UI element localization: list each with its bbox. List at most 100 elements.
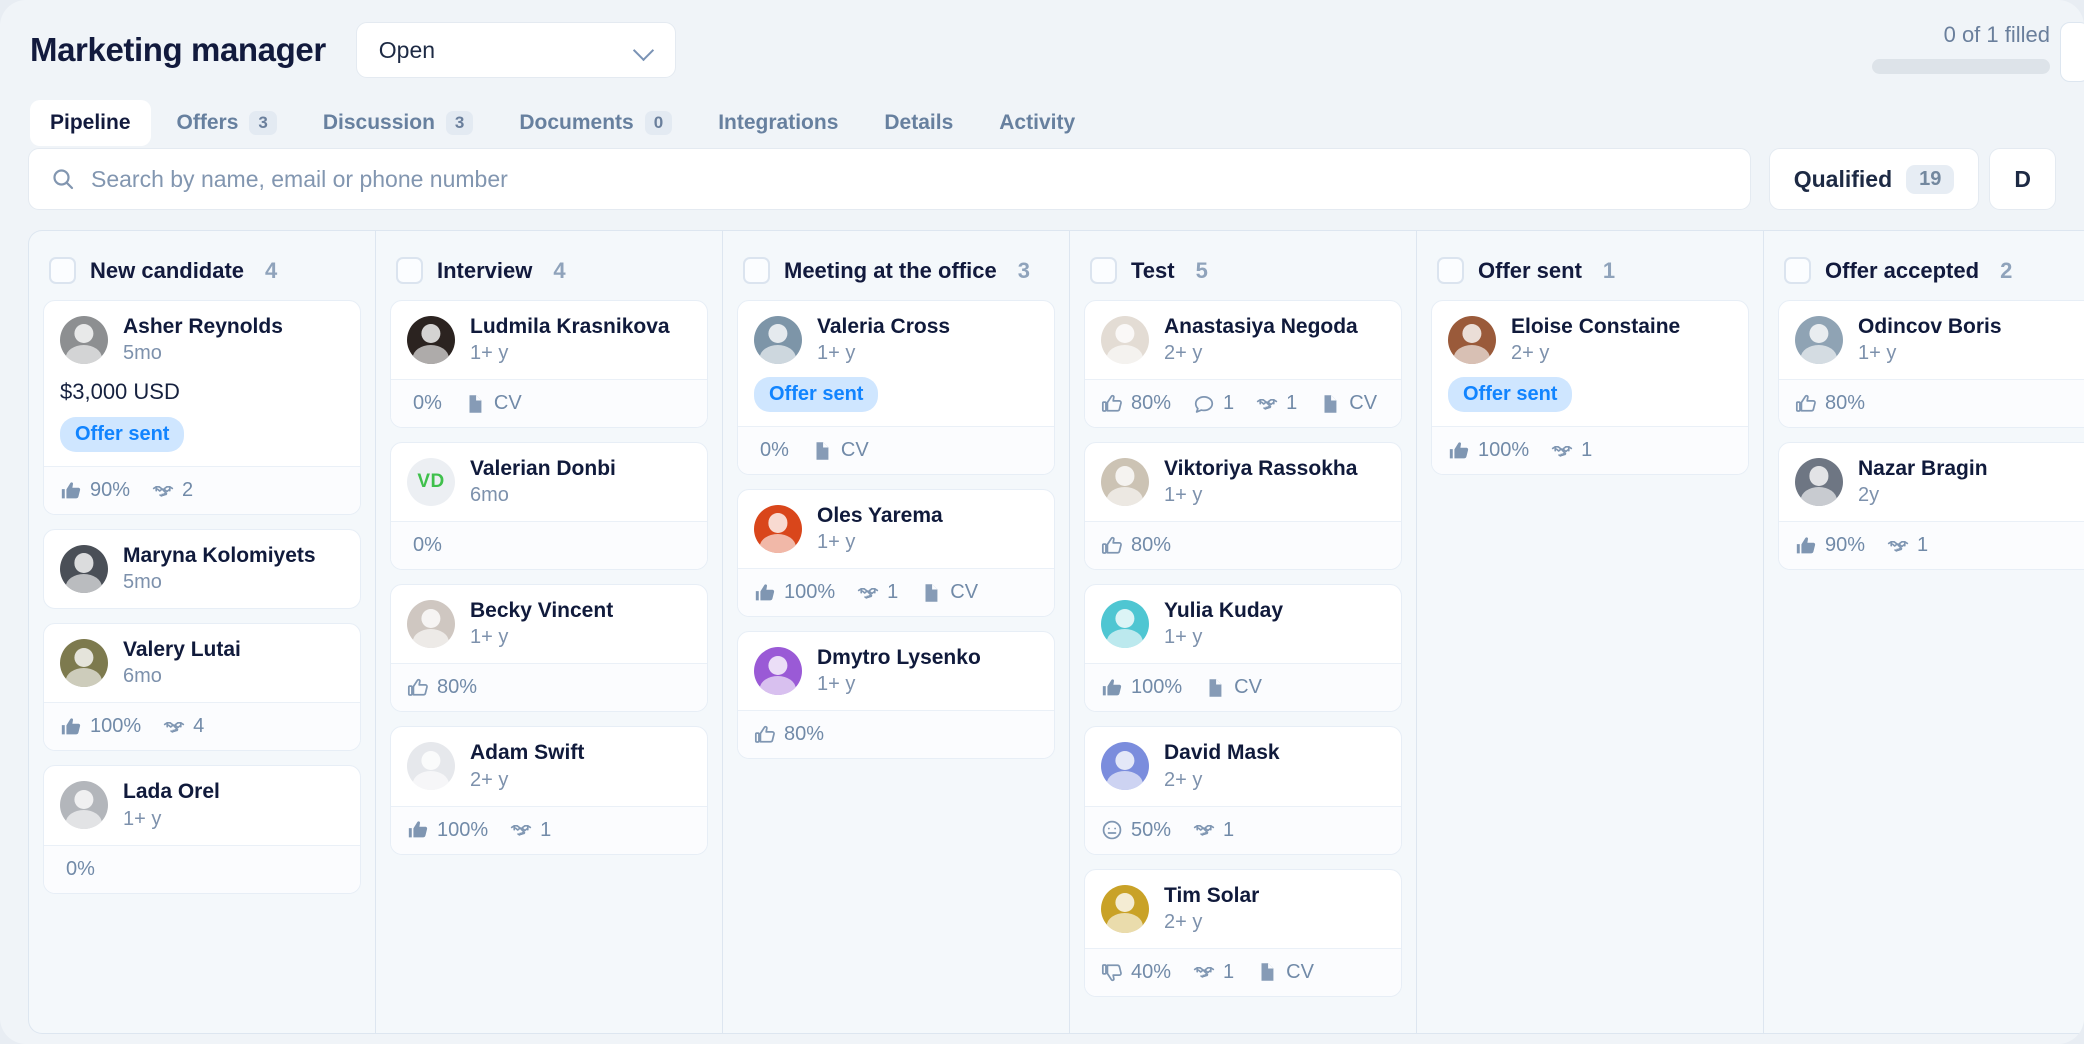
pipeline-column[interactable]: Interview 4 Ludmila Krasnikova 1+ y 0% CV … xyxy=(376,231,723,1033)
candidate-card[interactable]: Eloise Constaine 2+ y Offer sent 100% 1 xyxy=(1431,300,1749,476)
column-select-checkbox[interactable] xyxy=(1784,257,1811,284)
avatar xyxy=(1101,458,1149,507)
column-count: 4 xyxy=(265,257,278,283)
tab-documents[interactable]: Documents 0 xyxy=(499,100,692,146)
thumbs-up-outline-icon xyxy=(1101,535,1123,557)
card-body: Becky Vincent 1+ y xyxy=(391,585,707,663)
app-window: Marketing manager Open 0 of 1 filled Pip… xyxy=(0,0,2084,1044)
card-body: Viktoriya Rassokha 1+ y xyxy=(1085,443,1401,521)
candidate-identity: Yulia Kuday 1+ y xyxy=(1101,599,1385,649)
column-header: Interview 4 xyxy=(396,257,708,284)
tab-offers[interactable]: Offers 3 xyxy=(157,100,297,146)
tab-label: Pipeline xyxy=(50,111,131,134)
metric-cv[interactable]: CV xyxy=(464,392,522,415)
candidate-list: Ludmila Krasnikova 1+ y 0% CV VD Valerian… xyxy=(390,300,708,855)
pipeline-column[interactable]: Offer sent 1 Eloise Constaine 2+ y Offer … xyxy=(1417,231,1764,1033)
search-row: Search by name, email or phone number Qu… xyxy=(28,148,2056,210)
card-footer: 90% 2 xyxy=(44,466,360,515)
tab-activity[interactable]: Activity xyxy=(979,100,1095,146)
metric-value: 1 xyxy=(1223,960,1235,983)
pipeline-column[interactable]: Test 5 Anastasiya Negoda 2+ y 80% 1 1 CV Vik… xyxy=(1070,231,1417,1033)
candidate-name: Becky Vincent xyxy=(470,599,614,623)
candidate-name: Valeria Cross xyxy=(817,315,951,338)
candidate-card[interactable]: David Mask 2+ y 50% 1 xyxy=(1084,726,1402,855)
card-footer: 0% CV xyxy=(738,426,1054,475)
metric-cv[interactable]: CV xyxy=(1256,961,1314,984)
candidate-card[interactable]: Adam Swift 2+ y 100% 1 xyxy=(390,726,708,855)
candidate-card[interactable]: Valery Lutai 6mo 100% 4 xyxy=(43,623,361,752)
metric-cv[interactable]: CV xyxy=(920,581,978,604)
thumbs-up-filled-icon xyxy=(754,582,776,604)
candidate-card[interactable]: Odincov Boris 1+ y 80% xyxy=(1778,300,2084,429)
metric-thumbs-up-filled: 100% xyxy=(407,819,488,842)
column-title: New candidate xyxy=(90,257,245,283)
candidate-card[interactable]: Maryna Kolomiyets 5mo xyxy=(43,529,361,610)
filter-tab-d[interactable]: D xyxy=(1989,148,2056,210)
candidate-experience: 1+ y xyxy=(470,342,509,365)
candidate-card[interactable]: Nazar Bragin 2y 90% 1 xyxy=(1778,442,2084,571)
search-input[interactable]: Search by name, email or phone number xyxy=(28,148,1751,210)
tab-details[interactable]: Details xyxy=(864,100,973,146)
metric-thumbs-up-outline: 80% xyxy=(754,723,824,746)
candidate-name: Asher Reynolds xyxy=(123,315,283,338)
metric-neutral-face: 50% xyxy=(1101,819,1171,842)
candidate-identity: Anastasiya Negoda 2+ y xyxy=(1101,315,1385,365)
metric-handshake: 1 xyxy=(857,581,898,604)
tab-pipeline[interactable]: Pipeline xyxy=(30,100,151,146)
column-select-checkbox[interactable] xyxy=(1090,257,1117,284)
pipeline-column[interactable]: New candidate 4 Asher Reynolds 5mo $3,000… xyxy=(29,231,376,1033)
filter-tab-label: Qualified xyxy=(1793,165,1893,192)
metric-thumbs-up-filled: 100% xyxy=(60,715,141,738)
candidate-card[interactable]: Viktoriya Rassokha 1+ y 80% xyxy=(1084,442,1402,571)
candidate-experience: 1+ y xyxy=(1164,626,1203,649)
candidate-card[interactable]: Oles Yarema 1+ y 100% 1 CV xyxy=(737,489,1055,618)
avatar xyxy=(1101,316,1149,365)
column-select-checkbox[interactable] xyxy=(1437,257,1464,284)
candidate-card[interactable]: Lada Orel 1+ y 0% xyxy=(43,765,361,894)
candidate-card[interactable]: Dmytro Lysenko 1+ y 80% xyxy=(737,631,1055,760)
metric-value: CV xyxy=(493,392,522,415)
card-footer: 90% 1 xyxy=(1779,521,2084,570)
metric-value: 100% xyxy=(1131,676,1183,699)
avatar xyxy=(60,781,108,830)
candidate-experience: 1+ y xyxy=(1164,484,1203,507)
filter-tab-qualified[interactable]: Qualified 19 xyxy=(1768,148,1980,210)
candidate-experience: 2+ y xyxy=(1164,768,1203,791)
card-body: Anastasiya Negoda 2+ y xyxy=(1085,301,1401,379)
metric-thumbs-up-filled: 100% xyxy=(1448,439,1529,462)
candidate-experience: 2+ y xyxy=(1511,342,1550,365)
candidate-card[interactable]: Anastasiya Negoda 2+ y 80% 1 1 CV xyxy=(1084,300,1402,429)
metric-thumbs-up-outline: 80% xyxy=(1795,392,1865,415)
handshake-icon xyxy=(1256,393,1278,415)
avatar xyxy=(1101,742,1149,791)
candidate-experience: 6mo xyxy=(123,665,162,688)
column-select-checkbox[interactable] xyxy=(396,257,423,284)
candidate-card[interactable]: VD Valerian Donbi 6mo 0% xyxy=(390,442,708,571)
pipeline-board[interactable]: New candidate 4 Asher Reynolds 5mo $3,000… xyxy=(28,230,2084,1034)
column-select-checkbox[interactable] xyxy=(49,257,76,284)
metric-cv[interactable]: CV xyxy=(811,439,869,462)
pipeline-column[interactable]: Meeting at the office 3 Valeria Cross 1+ … xyxy=(723,231,1070,1033)
pipeline-column[interactable]: Offer accepted 2 Odincov Boris 1+ y 80% N… xyxy=(1764,231,2084,1033)
candidate-card[interactable]: Asher Reynolds 5mo $3,000 USD Offer sent 9… xyxy=(43,300,361,516)
metric-handshake: 2 xyxy=(152,479,193,502)
metric-cv[interactable]: CV xyxy=(1204,676,1262,699)
metric-thumbs-down: 40% xyxy=(1101,961,1171,984)
job-status-select[interactable]: Open xyxy=(355,22,676,78)
candidate-card[interactable]: Valeria Cross 1+ y Offer sent 0% CV xyxy=(737,300,1055,476)
candidate-card[interactable]: Ludmila Krasnikova 1+ y 0% CV xyxy=(390,300,708,429)
tab-label: Discussion xyxy=(322,111,435,134)
header-overflow-button[interactable] xyxy=(2060,22,2084,82)
metric-cv[interactable]: CV xyxy=(1319,392,1377,415)
candidate-card[interactable]: Tim Solar 2+ y 40% 1 CV xyxy=(1084,868,1402,997)
column-select-checkbox[interactable] xyxy=(743,257,770,284)
tab-label: Activity xyxy=(999,111,1076,134)
column-count: 3 xyxy=(1017,257,1030,283)
card-footer: 100% 1 xyxy=(391,805,707,854)
tab-discussion[interactable]: Discussion 3 xyxy=(303,100,494,146)
candidate-card[interactable]: Becky Vincent 1+ y 80% xyxy=(390,584,708,713)
thumbs-down-icon xyxy=(1101,961,1123,983)
candidate-card[interactable]: Yulia Kuday 1+ y 100% CV xyxy=(1084,584,1402,713)
candidate-name: Dmytro Lysenko xyxy=(817,646,981,670)
tab-integrations[interactable]: Integrations xyxy=(698,100,858,146)
